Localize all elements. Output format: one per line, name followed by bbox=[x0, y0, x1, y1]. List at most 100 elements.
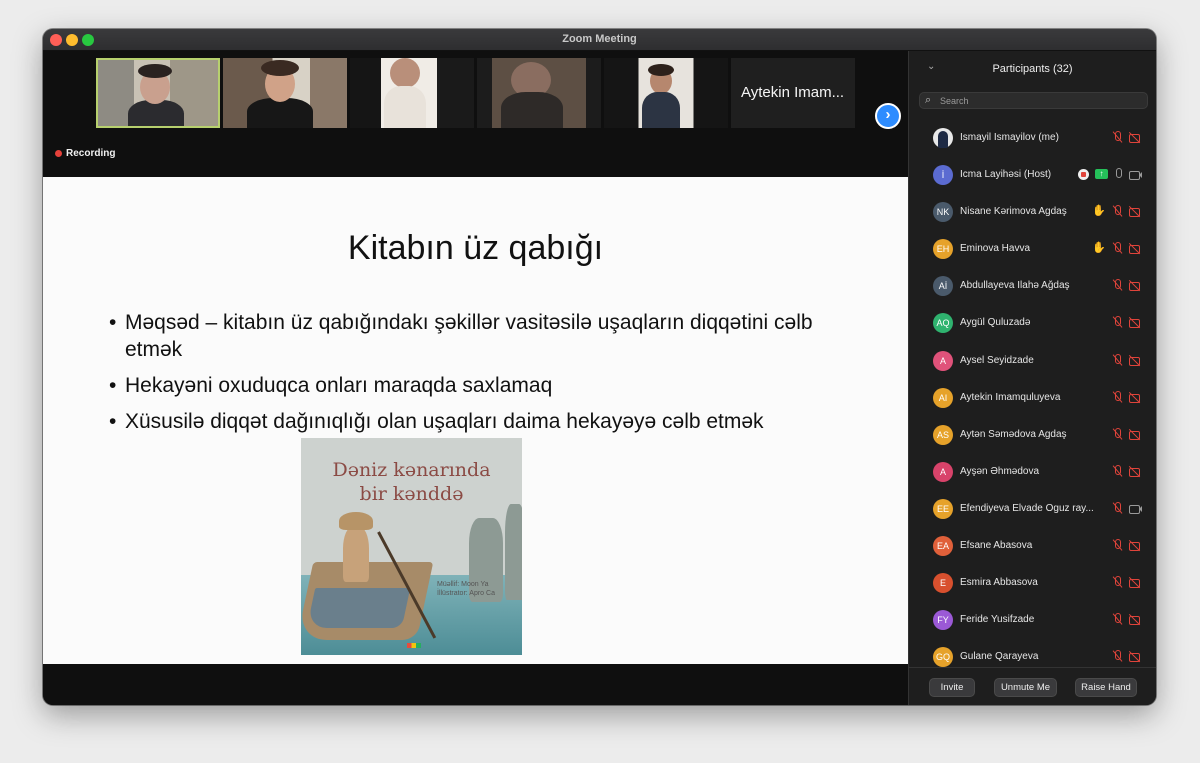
participant-name: Gulane Qarayeva bbox=[960, 651, 1039, 663]
participant-status-icons bbox=[1112, 613, 1142, 626]
participant-list: Ismayil İsmayilov (me) İ İcma Layihəsi (Ho… bbox=[909, 119, 1156, 668]
participant-row[interactable]: A Aysel Seyidzade bbox=[909, 342, 1156, 379]
cover-rock bbox=[505, 504, 522, 600]
avatar: Aİ bbox=[933, 276, 953, 297]
video-tile-name-only[interactable]: Aytekin Imam... bbox=[731, 58, 855, 128]
participant-status-icons: ↑ bbox=[1078, 168, 1142, 181]
participant-status-icons bbox=[1112, 501, 1142, 514]
mic-icon[interactable] bbox=[1114, 168, 1123, 180]
cover-title: Dəniz kənarında bir kənddə bbox=[301, 458, 522, 506]
video-tile-1[interactable] bbox=[96, 58, 220, 128]
mic-muted-icon[interactable] bbox=[1112, 353, 1123, 366]
participant-row[interactable]: NK Nisane Kərimova Agdaş ✋ bbox=[909, 193, 1156, 230]
bullet-text: Hekayəni oxuduqca onları maraqda saxlama… bbox=[125, 374, 553, 397]
participant-status-icons bbox=[1112, 427, 1142, 440]
camera-off-icon[interactable] bbox=[1129, 613, 1142, 626]
camera-off-icon[interactable] bbox=[1129, 465, 1142, 477]
avatar: EA bbox=[933, 536, 953, 557]
mic-muted-icon[interactable] bbox=[1112, 501, 1123, 514]
participant-row[interactable]: E Esmira Abbasova bbox=[909, 564, 1156, 601]
avatar: EE bbox=[933, 498, 953, 519]
mic-muted-icon[interactable] bbox=[1112, 539, 1123, 551]
camera-icon[interactable] bbox=[1129, 502, 1142, 514]
recording-label: Recording bbox=[66, 148, 116, 159]
avatar: AQ bbox=[933, 313, 953, 334]
unmute-me-button[interactable]: Unmute Me bbox=[994, 678, 1057, 697]
avatar: NK bbox=[933, 202, 953, 223]
search-input[interactable] bbox=[940, 94, 1140, 107]
mic-muted-icon[interactable] bbox=[1112, 316, 1123, 328]
participant-row[interactable]: A Ayşən Əhmədova bbox=[909, 453, 1156, 490]
participant-search[interactable]: ⌕ bbox=[919, 92, 1148, 109]
bullet-text: Məqsəd – kitabın üz qabığındakı şəkillər… bbox=[125, 311, 813, 361]
mic-muted-icon[interactable] bbox=[1112, 131, 1123, 143]
video-tile-3[interactable] bbox=[350, 58, 474, 128]
participant-row[interactable]: AQ Aygül Quluzadə bbox=[909, 304, 1156, 341]
search-icon: ⌕ bbox=[925, 94, 932, 106]
participant-status-icons: ✋ bbox=[1092, 205, 1142, 218]
mic-muted-icon[interactable] bbox=[1112, 576, 1123, 588]
camera-off-icon[interactable] bbox=[1129, 428, 1142, 440]
mic-muted-icon[interactable] bbox=[1112, 390, 1123, 403]
participant-row[interactable]: AI Aytekin Imamquluyeva bbox=[909, 379, 1156, 416]
mic-muted-icon[interactable] bbox=[1112, 279, 1123, 291]
participant-status-icons: ✋ bbox=[1092, 242, 1142, 255]
avatar: İ bbox=[933, 165, 953, 186]
participant-row[interactable]: Ismayil İsmayilov (me) bbox=[909, 119, 1156, 156]
recording-indicator[interactable]: Recording bbox=[55, 148, 115, 159]
camera-icon[interactable] bbox=[1129, 168, 1142, 181]
participant-row[interactable]: EH Eminova Havva ✋ bbox=[909, 230, 1156, 267]
next-page-button[interactable]: › bbox=[875, 103, 901, 129]
camera-off-icon[interactable] bbox=[1129, 391, 1142, 403]
slide-bullet: • Xüsusilə diqqət dağınıqlığı olan uşaqla… bbox=[109, 408, 869, 435]
publisher-logo bbox=[407, 643, 421, 648]
participant-name: Efendiyeva Elvade Oguz ray... bbox=[960, 502, 1094, 514]
participant-row[interactable]: Aİ Abdullayeva İlahə Ağdaş bbox=[909, 267, 1156, 304]
video-tile-4[interactable] bbox=[477, 58, 601, 128]
shared-screen-slide: Kitabın üz qabığı • Məqsəd – kitabın üz q… bbox=[43, 177, 908, 664]
raise-hand-button[interactable]: Raise Hand bbox=[1075, 678, 1137, 697]
mic-muted-icon[interactable] bbox=[1112, 242, 1123, 254]
participant-row[interactable]: EE Efendiyeva Elvade Oguz ray... bbox=[909, 490, 1156, 527]
avatar: AS bbox=[933, 424, 953, 445]
participant-name: Aysel Seyidzade bbox=[960, 354, 1034, 366]
camera-off-icon[interactable] bbox=[1129, 354, 1142, 366]
participant-status-icons bbox=[1112, 390, 1142, 403]
participant-row[interactable]: AS Aytən Səmədova Agdaş bbox=[909, 416, 1156, 453]
participant-row[interactable]: FY Feride Yusifzade bbox=[909, 601, 1156, 638]
avatar-photo bbox=[938, 131, 948, 148]
avatar: GQ bbox=[933, 647, 953, 668]
mic-muted-icon[interactable] bbox=[1112, 464, 1123, 477]
cover-illustrator: İllüstrator: Apro Ca bbox=[437, 590, 495, 597]
camera-off-icon[interactable] bbox=[1129, 650, 1142, 663]
participant-name: Efsane Abasova bbox=[960, 540, 1033, 552]
camera-off-icon[interactable] bbox=[1129, 539, 1142, 552]
mic-muted-icon[interactable] bbox=[1112, 650, 1123, 662]
camera-off-icon[interactable] bbox=[1129, 576, 1142, 589]
mic-muted-icon[interactable] bbox=[1112, 205, 1123, 217]
invite-button[interactable]: Invite bbox=[929, 678, 975, 697]
video-tile-5[interactable] bbox=[604, 58, 728, 128]
participant-status-icons bbox=[1112, 353, 1142, 366]
participant-row[interactable]: İ İcma Layihəsi (Host) ↑ bbox=[909, 156, 1156, 193]
recording-dot-icon bbox=[55, 150, 62, 157]
participant-row[interactable]: GQ Gulane Qarayeva bbox=[909, 638, 1156, 668]
bullet-dot: • bbox=[109, 374, 117, 397]
slide-bullet: • Hekayəni oxuduqca onları maraqda saxlam… bbox=[109, 372, 869, 399]
participant-name: Nisane Kərimova Agdaş bbox=[960, 206, 1067, 218]
camera-off-icon[interactable] bbox=[1129, 316, 1142, 329]
participants-header: ⌄ Participants (32) bbox=[909, 51, 1156, 85]
camera-off-icon[interactable] bbox=[1129, 131, 1142, 143]
camera-off-icon[interactable] bbox=[1129, 205, 1142, 218]
screen-share-icon: ↑ bbox=[1095, 169, 1108, 180]
participant-row[interactable]: EA Efsane Abasova bbox=[909, 527, 1156, 564]
cover-author: Müəllif: Moon Ya bbox=[437, 581, 489, 588]
mic-muted-icon[interactable] bbox=[1112, 613, 1123, 625]
mic-muted-icon[interactable] bbox=[1112, 427, 1123, 440]
avatar: AI bbox=[933, 387, 953, 408]
cover-boat-side bbox=[306, 588, 411, 628]
video-tile-2[interactable] bbox=[223, 58, 347, 128]
camera-off-icon[interactable] bbox=[1129, 279, 1142, 292]
camera-off-icon[interactable] bbox=[1129, 242, 1142, 255]
chevron-right-icon: › bbox=[885, 106, 891, 123]
